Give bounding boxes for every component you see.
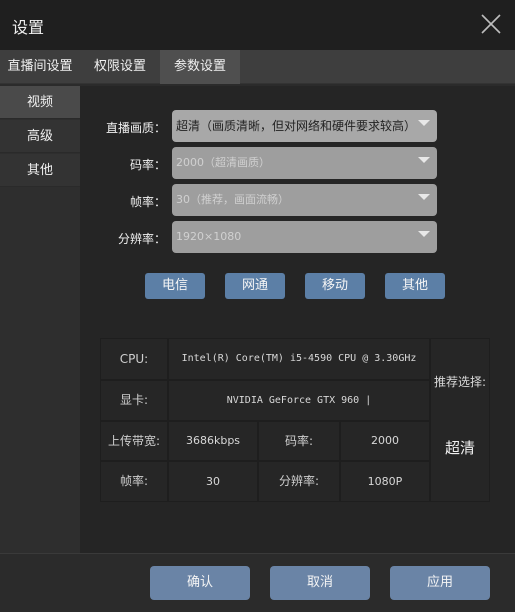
fps-value: 30 xyxy=(168,461,258,502)
framerate-value: 30（推荐，画面流畅） xyxy=(176,193,289,206)
window-title: 设置 xyxy=(12,18,45,37)
confirm-button[interactable]: 确认 xyxy=(150,566,250,600)
chevron-down-icon xyxy=(418,231,430,237)
isp-netcom-button[interactable]: 网通 xyxy=(225,273,285,299)
framerate-label: 帧率： xyxy=(129,195,166,209)
cpu-label: CPU: xyxy=(100,338,168,380)
framerate-select[interactable]: 30（推荐，画面流畅） xyxy=(172,184,437,216)
recommend-cell: 推荐选择: 超清 xyxy=(430,338,490,502)
title-bar: 设置 xyxy=(0,0,515,50)
quality-label: 直播画质： xyxy=(105,121,166,135)
resolution-select[interactable]: 1920×1080 xyxy=(172,221,437,253)
close-icon[interactable] xyxy=(479,12,503,36)
isp-mobile-button[interactable]: 移动 xyxy=(305,273,365,299)
upload-value: 3686kbps xyxy=(168,421,258,461)
sidebar-item-other[interactable]: 其他 xyxy=(0,154,80,187)
chevron-down-icon xyxy=(418,120,430,126)
tab-bar: 直播间设置 权限设置 参数设置 xyxy=(0,50,515,84)
gpu-value: NVIDIA GeForce GTX 960 | xyxy=(168,380,430,421)
quality-select[interactable]: 超清（画质清晰，但对网络和硬件要求较高） xyxy=(172,110,437,142)
sidebar-item-video[interactable]: 视频 xyxy=(0,86,80,119)
recommend-label: 推荐选择: xyxy=(433,375,487,389)
system-info-table: CPU: Intel(R) Core(TM) i5-4590 CPU @ 3.3… xyxy=(100,338,490,502)
info-res-label: 分辨率: xyxy=(258,461,340,502)
resolution-label: 分辨率： xyxy=(117,232,166,246)
gpu-label: 显卡: xyxy=(100,380,168,421)
isp-telecom-button[interactable]: 电信 xyxy=(145,273,205,299)
resolution-value: 1920×1080 xyxy=(176,230,242,243)
sidebar: 视频 高级 其他 xyxy=(0,86,80,553)
fps-label: 帧率: xyxy=(100,461,168,502)
tab-parameter-settings[interactable]: 参数设置 xyxy=(160,50,240,84)
chevron-down-icon xyxy=(418,157,430,163)
tab-permission-settings[interactable]: 权限设置 xyxy=(80,50,160,84)
upload-label: 上传带宽: xyxy=(100,421,168,461)
info-res-value: 1080P xyxy=(340,461,430,502)
chevron-down-icon xyxy=(418,194,430,200)
info-bitrate-label: 码率: xyxy=(258,421,340,461)
info-bitrate-value: 2000 xyxy=(340,421,430,461)
sidebar-item-advanced[interactable]: 高级 xyxy=(0,120,80,153)
recommend-value: 超清 xyxy=(444,439,475,457)
isp-other-button[interactable]: 其他 xyxy=(385,273,445,299)
tab-room-settings[interactable]: 直播间设置 xyxy=(0,50,80,84)
bitrate-value: 2000（超清画质） xyxy=(176,156,270,169)
cpu-value: Intel(R) Core(TM) i5-4590 CPU @ 3.30GHz xyxy=(168,338,430,380)
cancel-button[interactable]: 取消 xyxy=(270,566,370,600)
quality-value: 超清（画质清晰，但对网络和硬件要求较高） xyxy=(176,119,417,133)
bitrate-select[interactable]: 2000（超清画质） xyxy=(172,147,437,179)
bitrate-label: 码率： xyxy=(129,158,166,172)
apply-button[interactable]: 应用 xyxy=(390,566,490,600)
